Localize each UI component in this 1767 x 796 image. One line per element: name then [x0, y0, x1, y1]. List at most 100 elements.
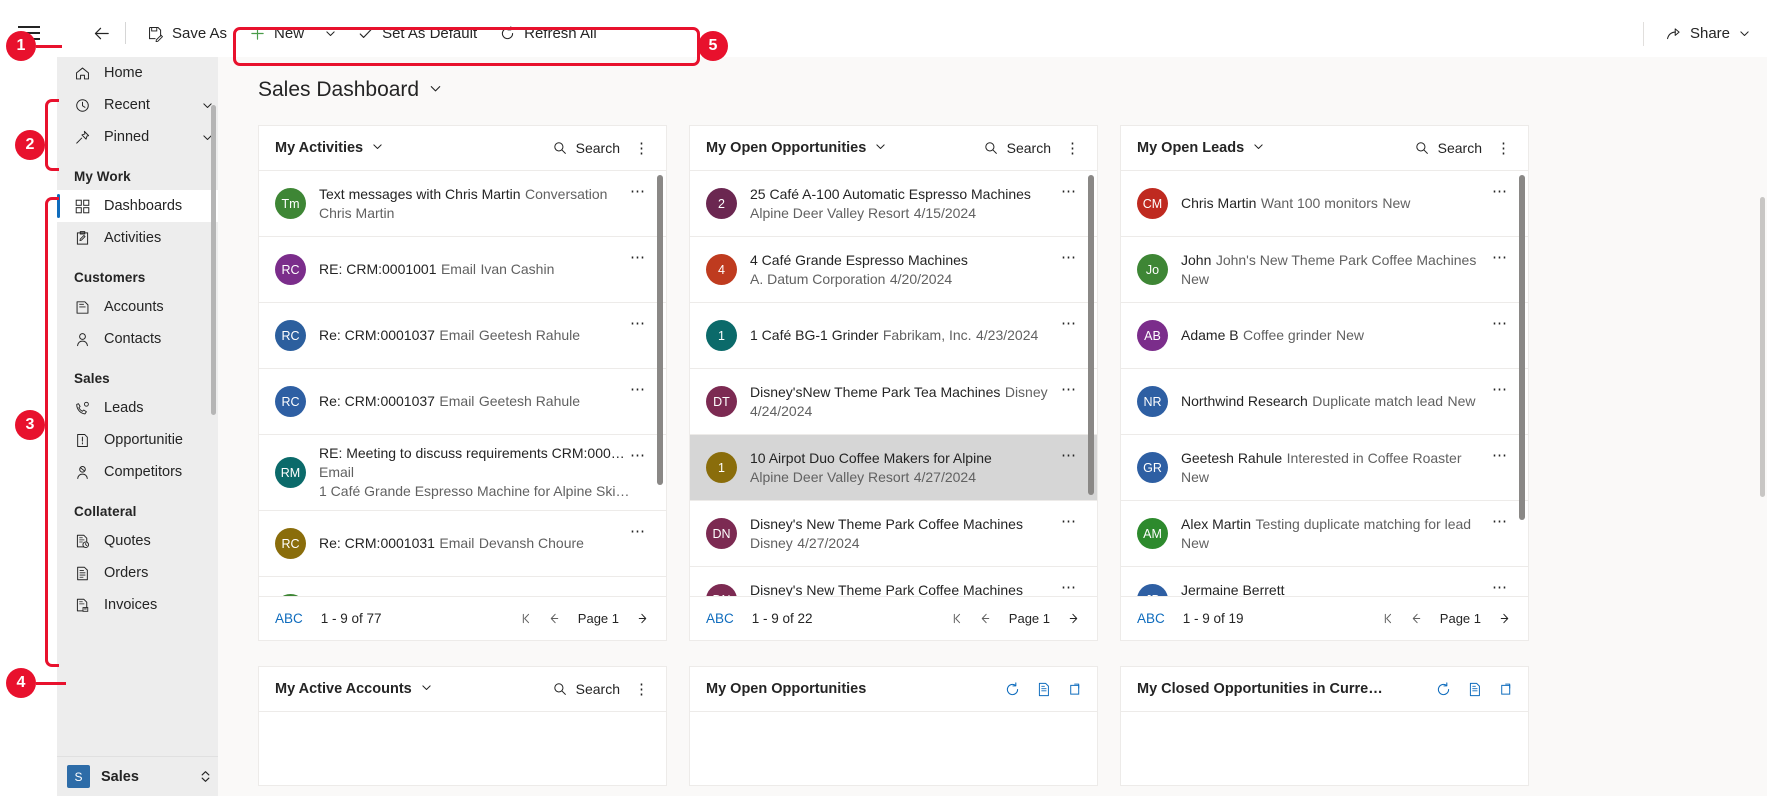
list-item[interactable]: AM Alex Martin Testing duplicate matchin… [1121, 501, 1528, 567]
list-item[interactable]: DN Disney's New Theme Park Coffee Machin… [690, 567, 1097, 596]
refresh-icon[interactable] [1434, 680, 1452, 698]
first-page-button[interactable] [946, 607, 969, 630]
save-as-button[interactable]: Save As [136, 15, 238, 51]
set-as-default-button[interactable]: Set As Default [346, 15, 488, 51]
list-item[interactable]: CM Chris Martin Want 100 monitors New ⋯ [1121, 171, 1528, 237]
list-item[interactable]: 1 10 Airpot Duo Coffee Makers for Alpine… [690, 435, 1097, 501]
list-item-more-button[interactable]: ⋯ [1492, 246, 1514, 266]
list-item-more-button[interactable]: ⋯ [630, 378, 652, 398]
first-page-button[interactable] [1377, 607, 1400, 630]
sidebar-item-quotes[interactable]: Quotes [57, 525, 218, 557]
previous-page-button[interactable] [543, 607, 566, 630]
sidebar-scrollbar[interactable] [211, 105, 216, 415]
back-button[interactable] [83, 15, 119, 51]
expand-icon[interactable] [1067, 680, 1085, 698]
area-switcher[interactable]: S Sales [57, 756, 218, 796]
sidebar-item-home[interactable]: Home [57, 57, 218, 89]
previous-page-button[interactable] [1405, 607, 1428, 630]
next-page-button[interactable] [631, 607, 654, 630]
card-view-selector-chevron-down-icon[interactable] [1252, 140, 1265, 156]
new-button[interactable]: New [238, 15, 315, 51]
list-item[interactable]: RC Re: CRM:0001031 Email Devansh Choure … [259, 511, 666, 577]
hamburger-icon[interactable] [17, 26, 40, 40]
list-item[interactable]: Tm Text messages with Chris Martin Conve… [259, 171, 666, 237]
list-item-more-button[interactable]: ⋯ [1492, 576, 1514, 596]
list-item[interactable]: DT Disney'sNew Theme Park Tea Machines D… [690, 369, 1097, 435]
card-more-commands-button[interactable]: ⋮ [1492, 136, 1516, 160]
refresh-all-button[interactable]: Refresh All [488, 15, 608, 51]
card-scrollbar[interactable] [657, 175, 663, 485]
alpha-index-button[interactable]: ABC [1137, 611, 1165, 626]
list-item-more-button[interactable]: ⋯ [630, 520, 652, 540]
card-scrollbar[interactable] [1519, 175, 1525, 520]
records-view-icon[interactable] [1035, 680, 1053, 698]
sidebar-item-pinned[interactable]: Pinned [57, 121, 218, 153]
card-search-button[interactable]: Search [1408, 136, 1488, 160]
list-item[interactable]: 2 25 Café A-100 Automatic Espresso Machi… [690, 171, 1097, 237]
list-item[interactable]: Jo John John's New Theme Park Coffee Mac… [1121, 237, 1528, 303]
list-item[interactable]: Ha Here are some points to consider for … [259, 577, 666, 596]
list-item-more-button[interactable]: ⋯ [1061, 576, 1083, 596]
alpha-index-button[interactable]: ABC [706, 611, 734, 626]
sidebar-item-contacts[interactable]: Contacts [57, 323, 218, 355]
list-item-more-button[interactable]: ⋯ [1061, 378, 1083, 398]
chevron-up-down-icon[interactable] [192, 769, 218, 784]
list-item[interactable]: RC Re: CRM:0001037 Email Geetesh Rahule … [259, 369, 666, 435]
chevron-down-icon[interactable] [1738, 27, 1751, 40]
list-item[interactable]: RC Re: CRM:0001037 Email Geetesh Rahule … [259, 303, 666, 369]
dashboard-selector-chevron-down-icon[interactable] [428, 81, 443, 99]
sidebar-item-leads[interactable]: Leads [57, 392, 218, 424]
list-item[interactable]: RM RE: Meeting to discuss requirements C… [259, 435, 666, 511]
first-page-button[interactable] [515, 607, 538, 630]
card-more-commands-button[interactable]: ⋮ [1061, 136, 1085, 160]
card-view-selector-chevron-down-icon[interactable] [371, 140, 384, 156]
list-item-more-button[interactable]: ⋯ [1492, 180, 1514, 200]
sidebar-item-orders[interactable]: Orders [57, 557, 218, 589]
list-item-more-button[interactable]: ⋯ [630, 586, 652, 596]
expand-icon[interactable] [1498, 680, 1516, 698]
list-item[interactable]: 4 4 Café Grande Espresso Machines A. Dat… [690, 237, 1097, 303]
list-item-more-button[interactable]: ⋯ [1492, 312, 1514, 332]
sidebar-item-invoices[interactable]: Invoices [57, 589, 218, 621]
sidebar-item-competitors[interactable]: Competitors [57, 456, 218, 488]
list-item-more-button[interactable]: ⋯ [630, 246, 652, 266]
site-map-button[interactable] [0, 0, 57, 66]
refresh-icon[interactable] [1003, 680, 1021, 698]
sidebar-item-accounts[interactable]: Accounts [57, 291, 218, 323]
card-search-button[interactable]: Search [546, 677, 626, 701]
card-more-commands-button[interactable]: ⋮ [630, 677, 654, 701]
sidebar-item-recent[interactable]: Recent [57, 89, 218, 121]
list-item[interactable]: AB Adame B Coffee grinder New ⋯ [1121, 303, 1528, 369]
list-item[interactable]: DN Disney's New Theme Park Coffee Machin… [690, 501, 1097, 567]
list-item[interactable]: JB Jermaine Berrett 5 Café Lite Espresso… [1121, 567, 1528, 596]
card-view-selector-chevron-down-icon[interactable] [874, 140, 887, 156]
sidebar-item-opportunities[interactable]: Opportunities [57, 424, 218, 456]
list-item-more-button[interactable]: ⋯ [1061, 246, 1083, 266]
list-item-more-button[interactable]: ⋯ [1492, 444, 1514, 464]
card-more-commands-button[interactable]: ⋮ [630, 136, 654, 160]
list-item-more-button[interactable]: ⋯ [1061, 180, 1083, 200]
sidebar-item-activities[interactable]: Activities [57, 222, 218, 254]
list-item[interactable]: 1 1 Café BG-1 Grinder Fabrikam, Inc. 4/2… [690, 303, 1097, 369]
list-item-more-button[interactable]: ⋯ [630, 180, 652, 200]
records-view-icon[interactable] [1466, 680, 1484, 698]
list-item-more-button[interactable]: ⋯ [1061, 444, 1083, 464]
alpha-index-button[interactable]: ABC [275, 611, 303, 626]
new-dropdown-button[interactable] [315, 15, 346, 51]
card-view-selector-chevron-down-icon[interactable] [420, 681, 433, 697]
list-item-more-button[interactable]: ⋯ [630, 444, 652, 464]
card-scrollbar[interactable] [1088, 175, 1094, 495]
card-search-button[interactable]: Search [977, 136, 1057, 160]
card-search-button[interactable]: Search [546, 136, 626, 160]
list-item[interactable]: RC RE: CRM:0001001 Email Ivan Cashin ⋯ [259, 237, 666, 303]
list-item-more-button[interactable]: ⋯ [1061, 312, 1083, 332]
list-item[interactable]: GR Geetesh Rahule Interested in Coffee R… [1121, 435, 1528, 501]
next-page-button[interactable] [1493, 607, 1516, 630]
previous-page-button[interactable] [974, 607, 997, 630]
list-item-more-button[interactable]: ⋯ [1061, 510, 1083, 530]
list-item[interactable]: NR Northwind Research Duplicate match le… [1121, 369, 1528, 435]
share-button[interactable]: Share [1659, 25, 1757, 42]
next-page-button[interactable] [1062, 607, 1085, 630]
page-scrollbar[interactable] [1760, 197, 1765, 497]
sidebar-item-dashboards[interactable]: Dashboards [57, 190, 218, 222]
